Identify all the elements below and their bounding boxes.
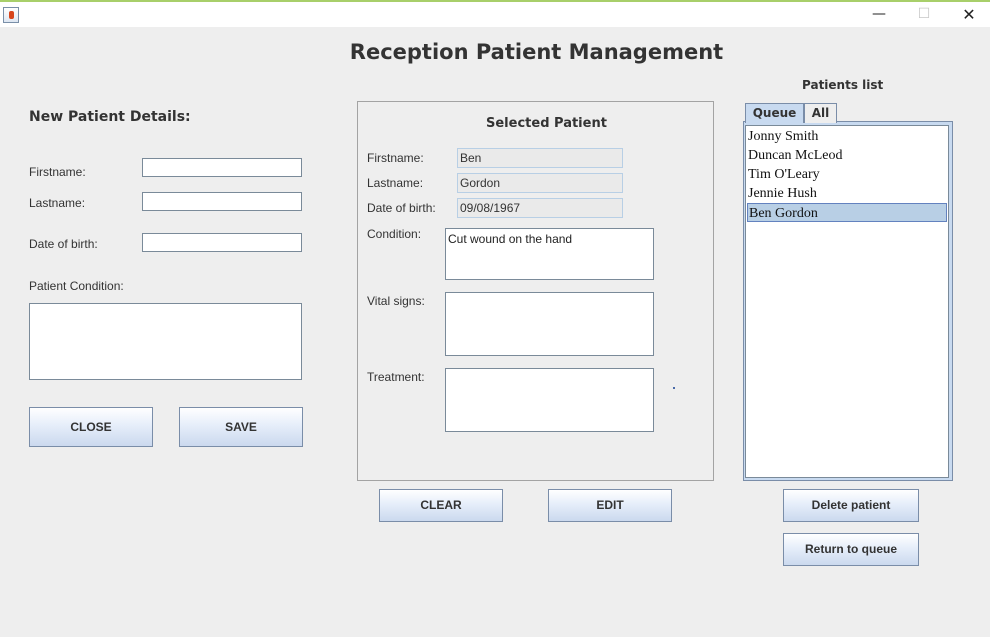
list-item-selected[interactable]: Ben Gordon: [747, 203, 947, 222]
treatment-label: Treatment:: [367, 370, 425, 384]
edit-button[interactable]: EDIT: [548, 489, 672, 522]
dob-label: Date of birth:: [29, 237, 98, 251]
return-to-queue-button[interactable]: Return to queue: [783, 533, 919, 566]
java-app-icon: [3, 7, 19, 23]
treatment-textarea[interactable]: [445, 368, 654, 432]
close-window-button[interactable]: ✕: [946, 2, 990, 27]
list-item[interactable]: Duncan McLeod: [747, 146, 947, 165]
list-item[interactable]: Jonny Smith: [747, 127, 947, 146]
tab-queue[interactable]: Queue: [745, 103, 804, 123]
patient-condition-input[interactable]: [29, 303, 302, 380]
selected-dob-label: Date of birth:: [367, 201, 436, 215]
selected-firstname-label: Firstname:: [367, 151, 424, 165]
page-title: Reception Patient Management: [349, 40, 724, 64]
vital-signs-textarea[interactable]: [445, 292, 654, 356]
firstname-input[interactable]: [142, 158, 302, 177]
selected-condition-textarea[interactable]: Cut wound on the hand: [445, 228, 654, 280]
save-button[interactable]: SAVE: [179, 407, 303, 447]
minimize-button[interactable]: —: [856, 2, 902, 27]
list-item[interactable]: Tim O'Leary: [747, 165, 947, 184]
patient-condition-label: Patient Condition:: [29, 279, 124, 293]
selected-patient-heading: Selected Patient: [486, 116, 607, 131]
selected-condition-label: Condition:: [367, 227, 422, 241]
delete-patient-button[interactable]: Delete patient: [783, 489, 919, 522]
patients-list-heading: Patients list: [802, 78, 884, 92]
stray-dot: [673, 387, 675, 389]
patients-listbox[interactable]: Jonny Smith Duncan McLeod Tim O'Leary Je…: [745, 125, 949, 478]
vital-signs-label: Vital signs:: [367, 294, 425, 308]
new-patient-heading: New Patient Details:: [29, 109, 191, 125]
maximize-button[interactable]: ☐: [901, 2, 947, 27]
lastname-input[interactable]: [142, 192, 302, 211]
window-titlebar: — ☐ ✕: [0, 0, 990, 27]
close-button[interactable]: CLOSE: [29, 407, 153, 447]
list-item[interactable]: Jennie Hush: [747, 184, 947, 203]
lastname-label: Lastname:: [29, 196, 86, 210]
selected-firstname-value: Ben: [457, 148, 623, 168]
selected-lastname-value: Gordon: [457, 173, 623, 193]
firstname-label: Firstname:: [29, 165, 86, 179]
selected-lastname-label: Lastname:: [367, 176, 424, 190]
clear-button[interactable]: CLEAR: [379, 489, 503, 522]
dob-input[interactable]: [142, 233, 302, 252]
selected-dob-value: 09/08/1967: [457, 198, 623, 218]
tab-all[interactable]: All: [804, 103, 837, 123]
